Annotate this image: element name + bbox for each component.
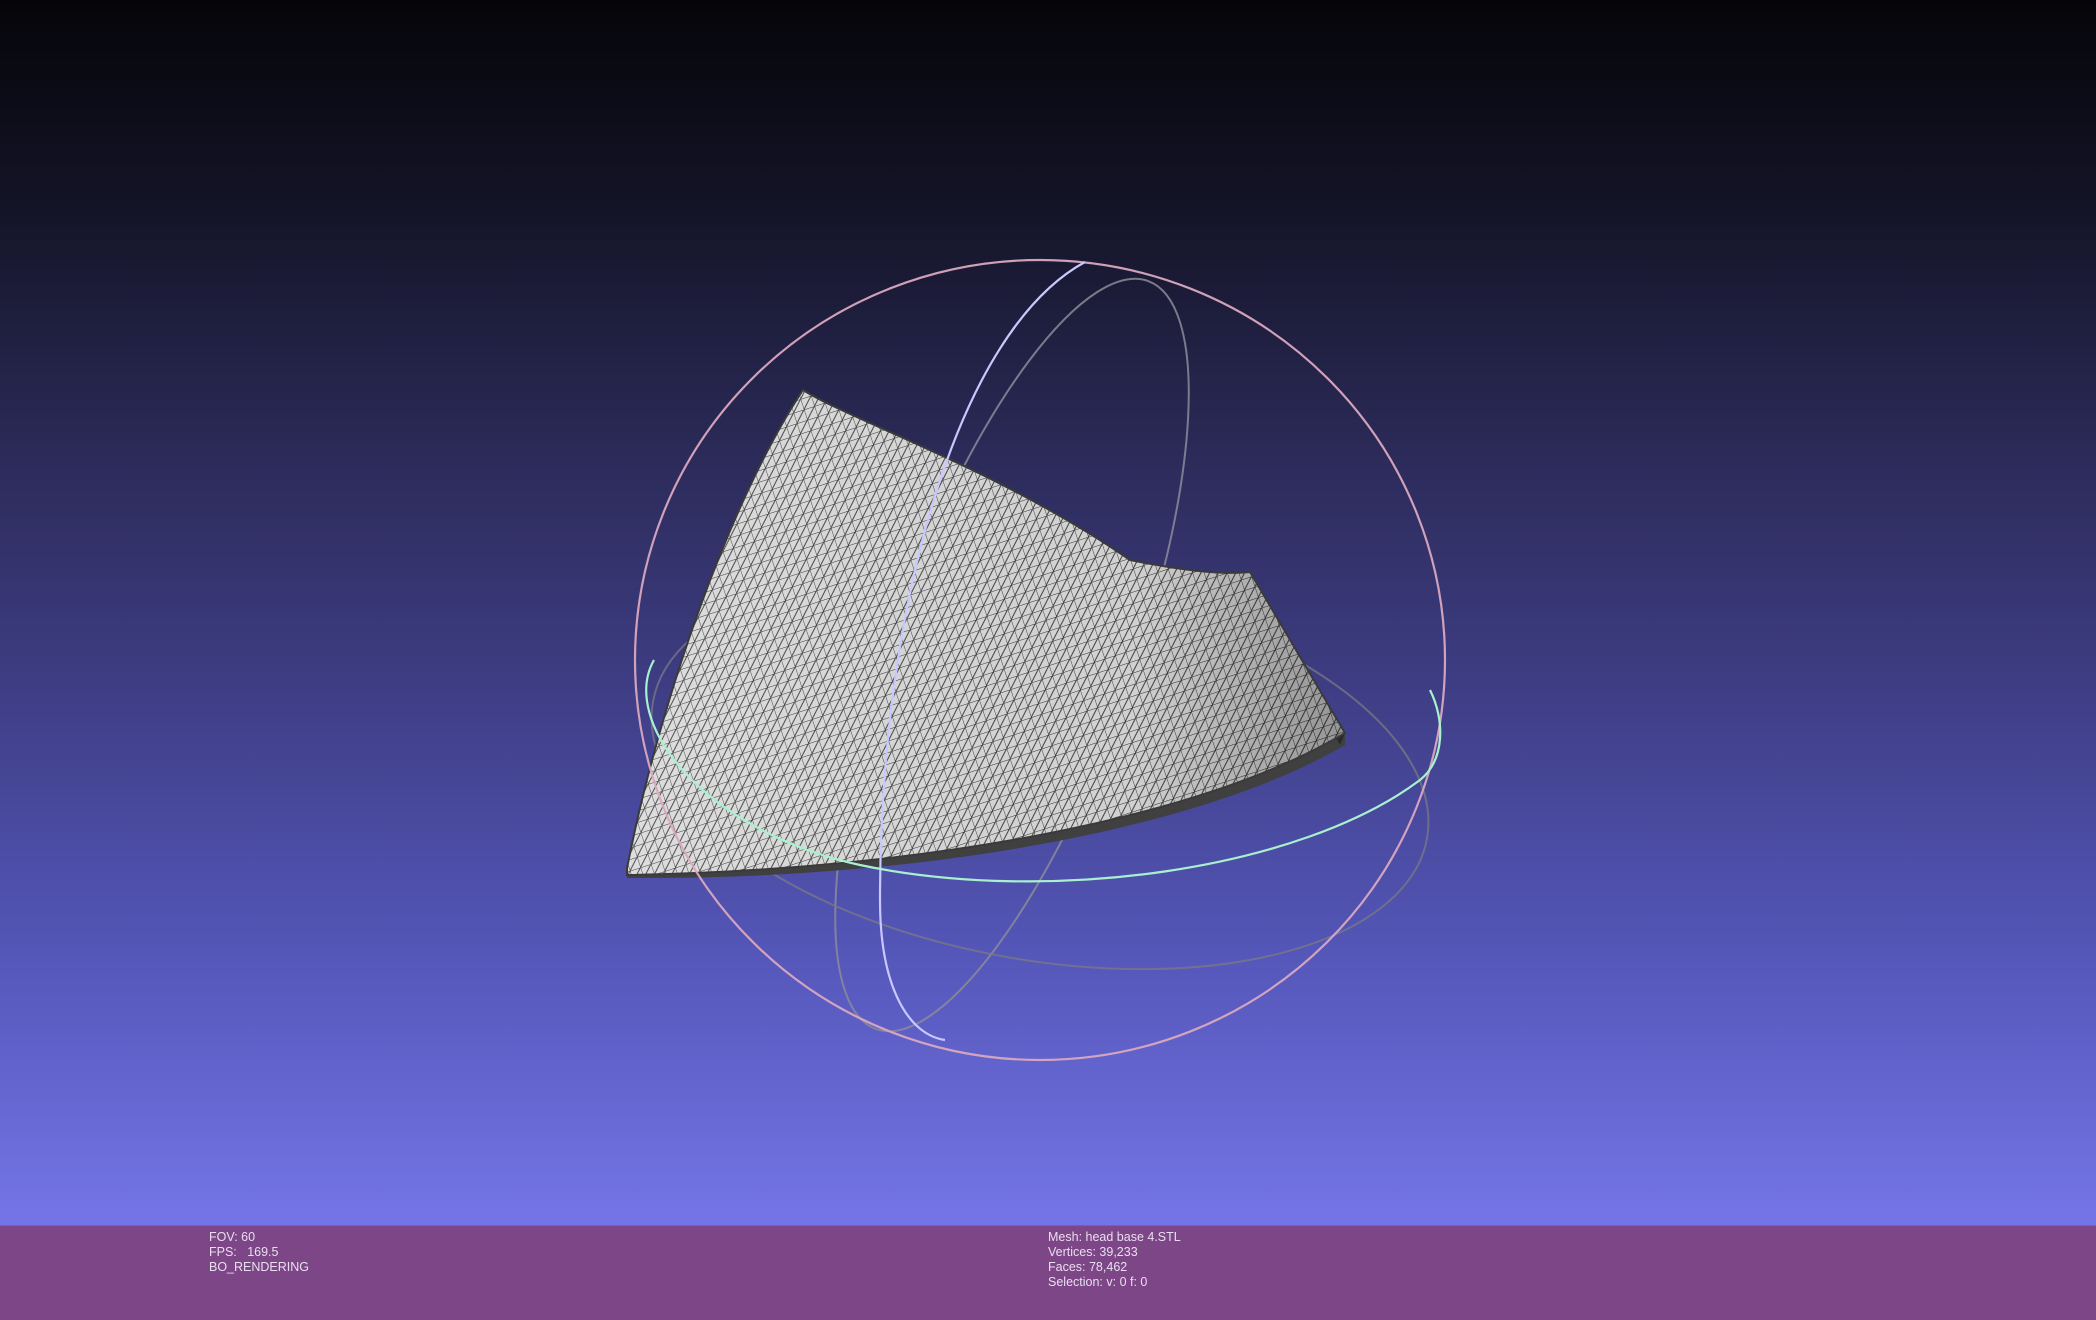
mesh-scene[interactable] <box>0 0 2096 1225</box>
render-info-panel: FOV: 60 FPS: 169.5 BO_RENDERING <box>209 1230 309 1275</box>
mesh-name-readout: Mesh: head base 4.STL <box>1048 1230 1181 1244</box>
3d-viewport[interactable]: FOV: 60 FPS: 169.5 BO_RENDERING Mesh: he… <box>0 0 2096 1320</box>
vertices-readout: Vertices: 39,233 <box>1048 1245 1138 1259</box>
render-mode-readout: BO_RENDERING <box>209 1260 310 1274</box>
fps-readout: FPS: 169.5 <box>209 1245 279 1259</box>
fov-readout: FOV: 60 <box>209 1230 256 1244</box>
status-info-bar: FOV: 60 FPS: 169.5 BO_RENDERING Mesh: he… <box>0 1225 2096 1320</box>
faces-readout: Faces: 78,462 <box>1048 1260 1128 1274</box>
mesh-head-base[interactable] <box>600 380 1360 890</box>
mesh-info-panel: Mesh: head base 4.STL Vertices: 39,233 F… <box>1048 1230 1181 1290</box>
selection-readout: Selection: v: 0 f: 0 <box>1048 1275 1148 1289</box>
